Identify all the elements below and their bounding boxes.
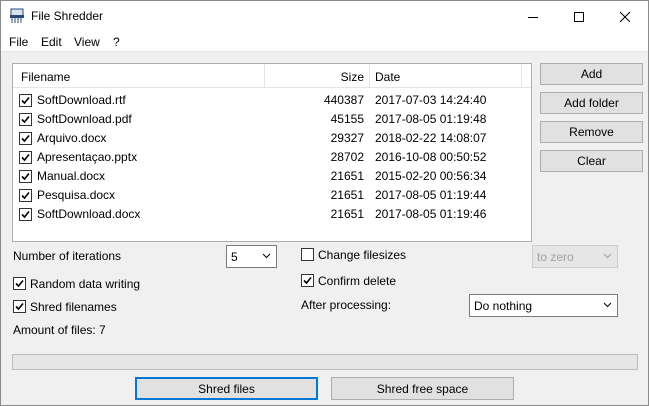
- iterations-select[interactable]: 5: [226, 245, 277, 268]
- progress-bar: [12, 354, 638, 370]
- amount-of-files-label: Amount of files: 7: [13, 323, 106, 337]
- file-checkbox[interactable]: [19, 151, 32, 164]
- file-size: 21651: [330, 169, 364, 183]
- file-date: 2017-07-03 14:24:40: [375, 93, 487, 107]
- window-title: File Shredder: [31, 9, 104, 23]
- file-row[interactable]: SoftDownload.docx 21651 2017-08-05 01:19:4…: [13, 205, 531, 224]
- filesize-mode-value: to zero: [537, 250, 574, 264]
- checkmark-icon: [21, 96, 30, 105]
- chevron-down-icon: [262, 253, 271, 259]
- file-date: 2017-08-05 01:19:44: [375, 188, 487, 202]
- file-row[interactable]: Pesquisa.docx 21651 2017-08-05 01:19:44: [13, 186, 531, 205]
- checkmark-icon: [21, 115, 30, 124]
- file-name: SoftDownload.docx: [37, 207, 141, 221]
- file-name: Apresentaçao.pptx: [37, 150, 138, 164]
- file-checkbox[interactable]: [19, 189, 32, 202]
- file-date: 2018-02-22 14:08:07: [375, 131, 487, 145]
- file-size: 28702: [330, 150, 364, 164]
- shred-filenames-checkbox[interactable]: [13, 300, 26, 313]
- chevron-down-icon: [603, 302, 612, 308]
- close-button[interactable]: [602, 1, 648, 32]
- minimize-button[interactable]: [510, 1, 556, 32]
- file-date: 2016-10-08 00:50:52: [375, 150, 487, 164]
- file-row[interactable]: SoftDownload.pdf 45155 2017-08-05 01:19:48: [13, 110, 531, 129]
- file-checkbox[interactable]: [19, 208, 32, 221]
- shredder-app-icon: [9, 8, 25, 24]
- add-folder-button[interactable]: Add folder: [540, 92, 643, 114]
- file-row[interactable]: Arquivo.docx 29327 2018-02-22 14:08:07: [13, 129, 531, 148]
- column-date[interactable]: Date: [375, 70, 400, 84]
- minimize-icon: [528, 16, 538, 18]
- maximize-icon: [574, 11, 584, 22]
- change-filesizes-checkbox[interactable]: [301, 248, 314, 261]
- file-date: 2017-08-05 01:19:46: [375, 207, 487, 221]
- column-filename[interactable]: Filename: [21, 70, 70, 84]
- file-checkbox[interactable]: [19, 113, 32, 126]
- after-processing-label: After processing:: [301, 298, 392, 312]
- file-name: Pesquisa.docx: [37, 188, 116, 202]
- clear-button[interactable]: Clear: [540, 150, 643, 172]
- confirm-delete-label: Confirm delete: [318, 274, 397, 288]
- file-size: 21651: [330, 188, 364, 202]
- file-list[interactable]: Filename Size Date SoftDownload.rtf 44038…: [12, 63, 532, 242]
- checkmark-icon: [21, 134, 30, 143]
- app-window: File Shredder File Edit View ? Filename …: [0, 0, 649, 406]
- file-row[interactable]: SoftDownload.rtf 440387 2017-07-03 14:24:4…: [13, 91, 531, 110]
- checkmark-icon: [21, 153, 30, 162]
- menu-edit[interactable]: Edit: [41, 35, 62, 49]
- menu-file[interactable]: File: [9, 35, 28, 49]
- file-name: SoftDownload.rtf: [37, 93, 126, 107]
- confirm-delete-checkbox[interactable]: [301, 274, 314, 287]
- file-name: SoftDownload.pdf: [37, 112, 132, 126]
- file-row[interactable]: Manual.docx 21651 2015-02-20 00:56:34: [13, 167, 531, 186]
- file-date: 2015-02-20 00:56:34: [375, 169, 487, 183]
- file-size: 440387: [323, 93, 364, 107]
- add-button[interactable]: Add: [540, 63, 643, 85]
- title-bar[interactable]: File Shredder: [1, 1, 648, 32]
- file-checkbox[interactable]: [19, 94, 32, 107]
- shred-filenames-label: Shred filenames: [30, 300, 117, 314]
- menu-bar: File Edit View ?: [1, 32, 648, 52]
- change-filesizes-label: Change filesizes: [318, 248, 407, 262]
- checkmark-icon: [21, 210, 30, 219]
- shred-free-space-button[interactable]: Shred free space: [331, 377, 514, 400]
- shred-files-button[interactable]: Shred files: [135, 377, 318, 400]
- remove-button[interactable]: Remove: [540, 121, 643, 143]
- file-date: 2017-08-05 01:19:48: [375, 112, 487, 126]
- close-icon: [620, 11, 630, 22]
- file-name: Manual.docx: [37, 169, 106, 183]
- file-size: 29327: [330, 131, 364, 145]
- file-name: Arquivo.docx: [37, 131, 107, 145]
- column-divider[interactable]: [369, 64, 370, 88]
- filesize-mode-select[interactable]: to zero: [532, 245, 618, 268]
- file-checkbox[interactable]: [19, 132, 32, 145]
- chevron-down-icon: [603, 253, 612, 259]
- checkmark-icon: [21, 172, 30, 181]
- column-divider[interactable]: [521, 64, 522, 88]
- iterations-value: 5: [231, 250, 238, 264]
- menu-help[interactable]: ?: [113, 35, 120, 49]
- random-data-label: Random data writing: [30, 277, 141, 291]
- iterations-label: Number of iterations: [13, 249, 122, 263]
- file-size: 45155: [330, 112, 364, 126]
- file-list-header: Filename Size Date: [13, 64, 531, 88]
- menu-view[interactable]: View: [74, 35, 100, 49]
- file-size: 21651: [330, 207, 364, 221]
- after-processing-select[interactable]: Do nothing: [469, 294, 618, 317]
- checkmark-icon: [15, 279, 24, 288]
- checkmark-icon: [21, 191, 30, 200]
- column-size[interactable]: Size: [264, 70, 364, 84]
- checkmark-icon: [15, 302, 24, 311]
- file-checkbox[interactable]: [19, 170, 32, 183]
- after-processing-value: Do nothing: [474, 299, 533, 313]
- file-row[interactable]: Apresentaçao.pptx 28702 2016-10-08 00:50:5…: [13, 148, 531, 167]
- random-data-checkbox[interactable]: [13, 277, 26, 290]
- checkmark-icon: [303, 276, 312, 285]
- maximize-button[interactable]: [556, 1, 602, 32]
